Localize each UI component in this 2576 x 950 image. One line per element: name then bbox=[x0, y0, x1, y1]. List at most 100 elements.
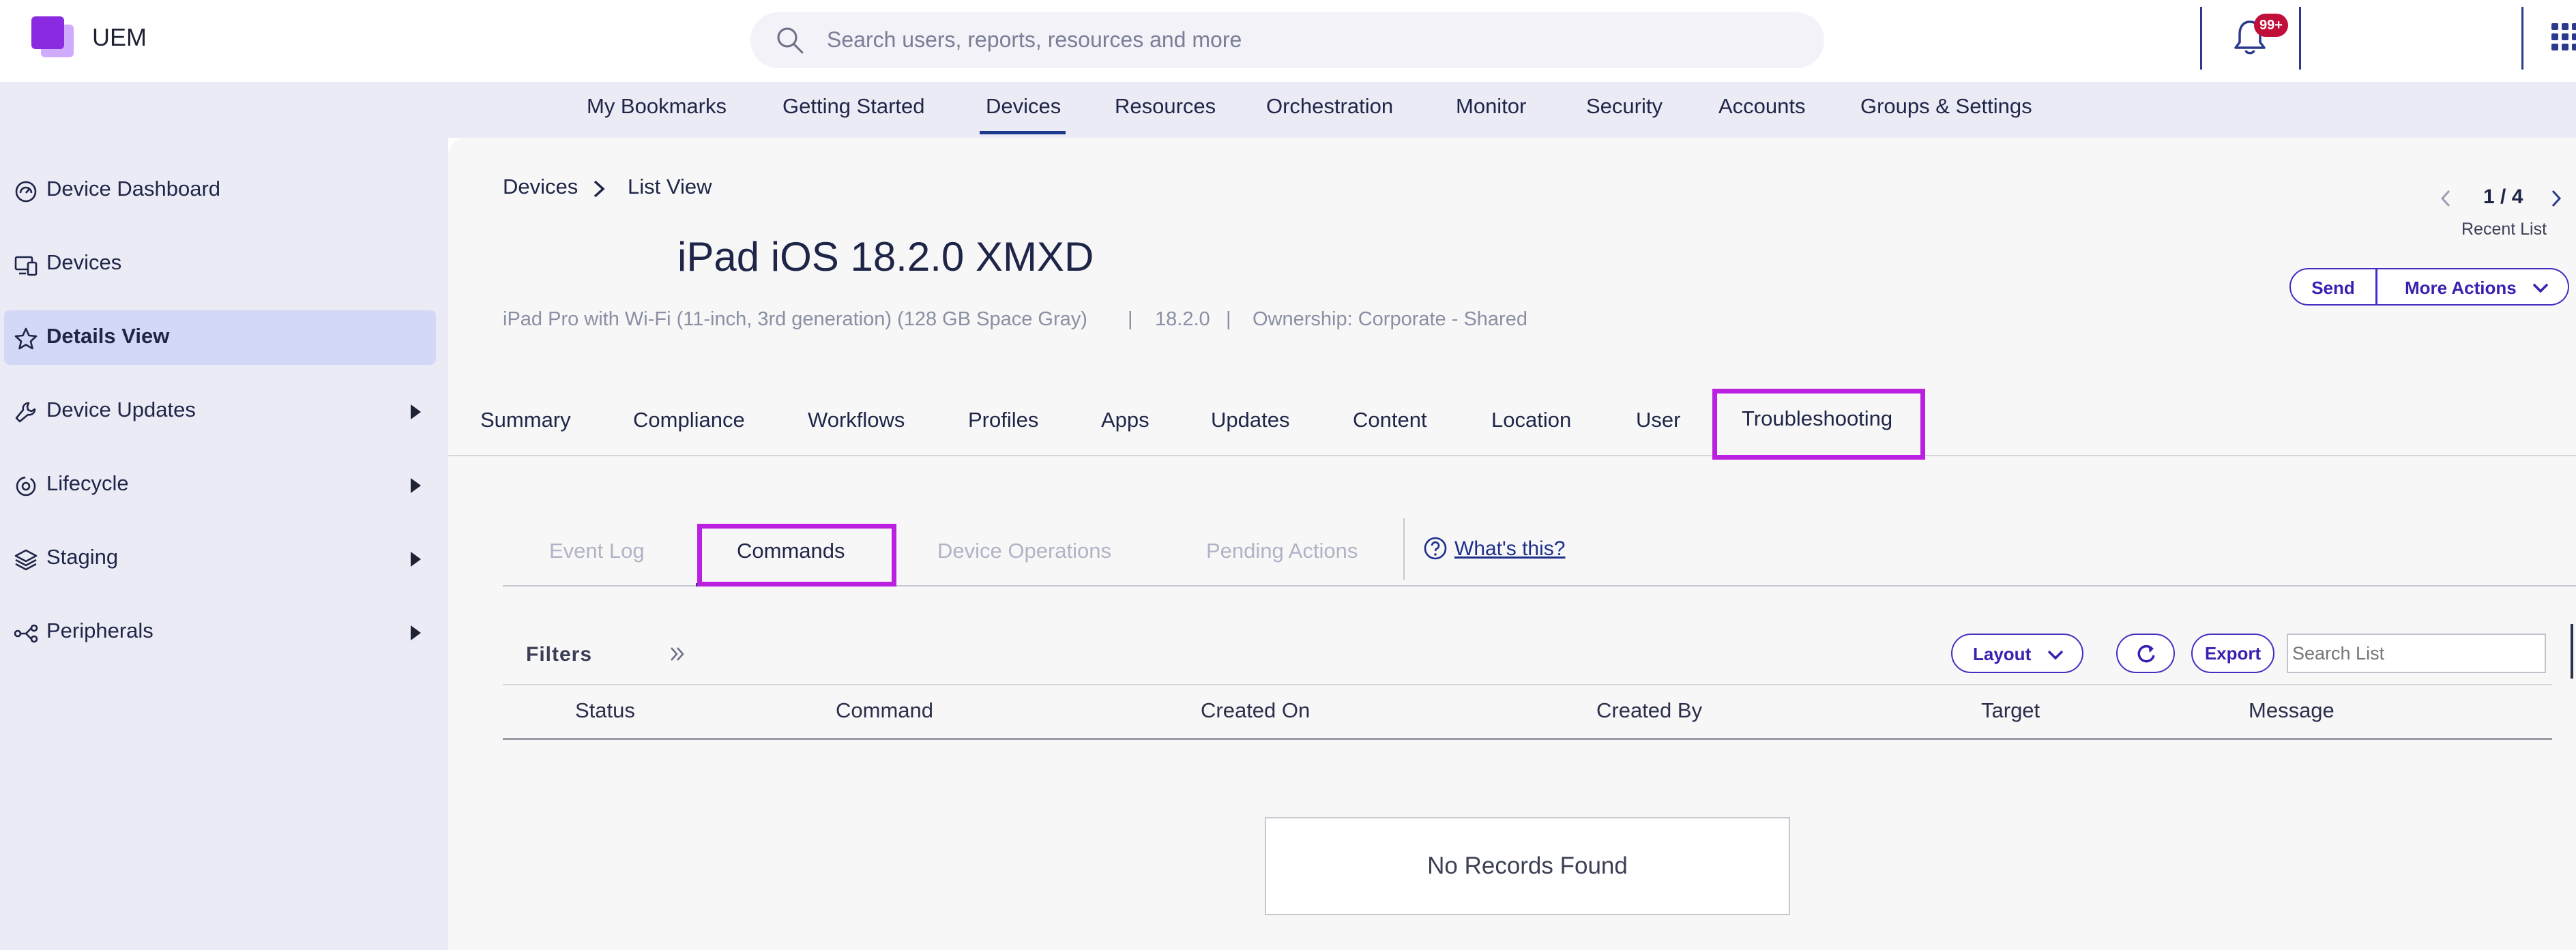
nav-monitor[interactable]: Monitor bbox=[1456, 94, 1526, 119]
column-header-created-on[interactable]: Created On bbox=[1201, 698, 1310, 723]
refresh-button[interactable] bbox=[2116, 634, 2175, 673]
sidebar-item-label: Peripherals bbox=[46, 619, 153, 642]
meta-separator: | bbox=[1128, 308, 1133, 330]
search-icon bbox=[777, 27, 804, 54]
devices-icon bbox=[14, 256, 38, 276]
sidebar-item-lifecycle[interactable]: Lifecycle bbox=[4, 458, 436, 512]
export-button[interactable]: Export bbox=[2191, 634, 2274, 673]
column-header-message[interactable]: Message bbox=[2249, 698, 2334, 723]
sidebar-item-staging[interactable]: Staging bbox=[4, 531, 436, 586]
chevron-left-icon[interactable] bbox=[2440, 188, 2452, 209]
double-chevron-right-icon[interactable] bbox=[669, 644, 686, 664]
grid-header-divider bbox=[503, 738, 2552, 740]
subtab-separator bbox=[1403, 518, 1405, 580]
notification-badge: 99+ bbox=[2254, 14, 2288, 37]
empty-state-message: No Records Found bbox=[1265, 817, 1790, 915]
layout-label: Layout bbox=[1973, 644, 2032, 664]
header-divider bbox=[2521, 7, 2523, 70]
app-title: UEM bbox=[92, 23, 147, 51]
caret-right-icon[interactable] bbox=[411, 625, 421, 640]
filters-label[interactable]: Filters bbox=[526, 643, 592, 666]
header-divider bbox=[2200, 7, 2202, 70]
sidebar-item-label: Staging bbox=[46, 545, 119, 569]
global-search-input[interactable]: Search users, reports, resources and mor… bbox=[750, 12, 1824, 68]
column-header-target[interactable]: Target bbox=[1981, 698, 2040, 723]
search-placeholder: Search users, reports, resources and mor… bbox=[827, 27, 1242, 52]
main-navigation: My Bookmarks Getting Started Devices Res… bbox=[0, 82, 2576, 138]
tabs-divider bbox=[448, 455, 2576, 456]
sidebar-item-label: Device Dashboard bbox=[46, 177, 221, 201]
nav-accounts[interactable]: Accounts bbox=[1718, 94, 1806, 119]
highlight-box bbox=[1712, 389, 1925, 460]
dashboard-icon bbox=[15, 181, 37, 203]
breadcrumb-list-view[interactable]: List View bbox=[628, 175, 712, 199]
wrench-icon bbox=[15, 402, 36, 423]
refresh-icon bbox=[2137, 644, 2155, 663]
caret-right-icon[interactable] bbox=[411, 478, 421, 493]
sidebar-item-devices[interactable]: Devices bbox=[4, 237, 436, 291]
subtab-device-operations[interactable]: Device Operations bbox=[937, 539, 1111, 563]
sidebar-item-label: Device Updates bbox=[46, 398, 196, 421]
tab-apps[interactable]: Apps bbox=[1101, 408, 1150, 432]
sidebar-item-device-updates[interactable]: Device Updates bbox=[4, 384, 436, 439]
chevron-right-icon[interactable] bbox=[2550, 188, 2562, 209]
more-actions-label: More Actions bbox=[2405, 278, 2517, 298]
highlight-box bbox=[697, 524, 896, 587]
grid-divider bbox=[503, 684, 2552, 685]
nav-groups-settings[interactable]: Groups & Settings bbox=[1860, 94, 2032, 119]
sidebar-item-peripherals[interactable]: Peripherals bbox=[4, 605, 436, 659]
sidebar-item-device-dashboard[interactable]: Device Dashboard bbox=[4, 163, 436, 218]
layers-icon bbox=[14, 549, 38, 571]
sidebar-item-label: Lifecycle bbox=[46, 471, 129, 495]
chevron-down-icon bbox=[2047, 650, 2064, 660]
caret-right-icon[interactable] bbox=[411, 404, 421, 419]
device-os-version: 18.2.0 bbox=[1155, 308, 1210, 330]
sidebar-item-details-view[interactable]: Details View bbox=[4, 310, 436, 365]
tab-profiles[interactable]: Profiles bbox=[968, 408, 1038, 432]
tab-location[interactable]: Location bbox=[1491, 408, 1571, 432]
nav-active-indicator bbox=[980, 131, 1066, 134]
column-header-command[interactable]: Command bbox=[836, 698, 933, 723]
subtab-event-log[interactable]: Event Log bbox=[549, 539, 645, 563]
chevron-right-icon bbox=[594, 180, 605, 198]
layout-button[interactable]: Layout bbox=[1951, 634, 2083, 673]
app-switcher-grid-icon[interactable] bbox=[2551, 23, 2576, 55]
pager-count: 1 / 4 bbox=[2483, 185, 2523, 208]
meta-separator: | bbox=[1226, 308, 1231, 330]
sidebar-item-label: Devices bbox=[46, 250, 122, 274]
chevron-down-icon bbox=[2532, 283, 2549, 293]
whats-this-link[interactable]: What's this? bbox=[1454, 537, 1565, 561]
peripherals-icon bbox=[14, 624, 38, 643]
nav-devices[interactable]: Devices bbox=[986, 94, 1061, 119]
column-header-created-by[interactable]: Created By bbox=[1596, 698, 1702, 723]
nav-my-bookmarks[interactable]: My Bookmarks bbox=[587, 94, 727, 119]
scrollbar[interactable] bbox=[2571, 624, 2573, 679]
sidebar: Device Dashboard Devices Details View De… bbox=[0, 138, 448, 950]
tab-content[interactable]: Content bbox=[1353, 408, 1427, 432]
search-list-input[interactable] bbox=[2287, 634, 2546, 673]
lifecycle-icon bbox=[16, 476, 36, 496]
nav-resources[interactable]: Resources bbox=[1115, 94, 1216, 119]
device-model: iPad Pro with Wi-Fi (11-inch, 3rd genera… bbox=[503, 308, 1087, 330]
device-ownership: Ownership: Corporate - Shared bbox=[1253, 308, 1527, 330]
sidebar-item-label: Details View bbox=[46, 324, 170, 348]
tab-updates[interactable]: Updates bbox=[1211, 408, 1289, 432]
nav-security[interactable]: Security bbox=[1586, 94, 1663, 119]
tab-summary[interactable]: Summary bbox=[480, 408, 571, 432]
breadcrumb-devices[interactable]: Devices bbox=[503, 175, 578, 199]
subtab-pending-actions[interactable]: Pending Actions bbox=[1206, 539, 1358, 563]
more-actions-button[interactable]: More Actions bbox=[2377, 268, 2569, 306]
page-title: iPad iOS 18.2.0 XMXD bbox=[677, 234, 1094, 280]
help-icon[interactable] bbox=[1423, 536, 1448, 561]
uem-logo[interactable] bbox=[31, 16, 76, 57]
send-button[interactable]: Send bbox=[2289, 268, 2377, 306]
tab-compliance[interactable]: Compliance bbox=[633, 408, 745, 432]
nav-getting-started[interactable]: Getting Started bbox=[782, 94, 925, 119]
nav-orchestration[interactable]: Orchestration bbox=[1266, 94, 1393, 119]
star-icon bbox=[14, 327, 38, 350]
pager-label: Recent List bbox=[2461, 220, 2547, 239]
tab-user[interactable]: User bbox=[1636, 408, 1680, 432]
caret-right-icon[interactable] bbox=[411, 552, 421, 567]
tab-workflows[interactable]: Workflows bbox=[808, 408, 905, 432]
column-header-status[interactable]: Status bbox=[575, 698, 635, 723]
